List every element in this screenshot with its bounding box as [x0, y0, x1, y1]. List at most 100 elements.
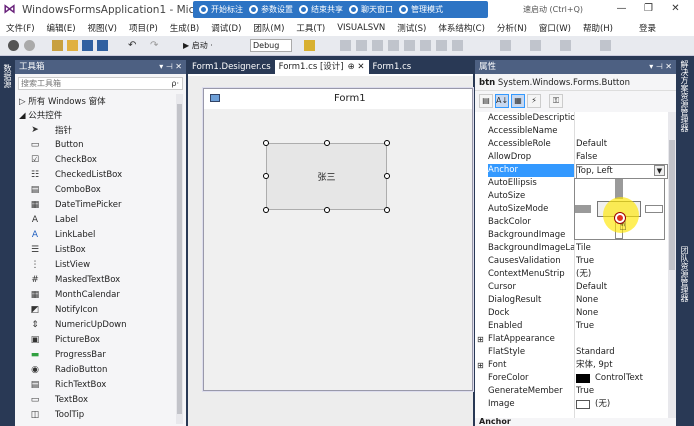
resize-handle-w[interactable] — [263, 173, 269, 179]
align-top-icon[interactable] — [388, 40, 399, 51]
property-row[interactable]: DialogResult None — [475, 294, 668, 307]
menu-build[interactable]: 生成(B) — [164, 22, 205, 34]
align-middle-icon[interactable] — [404, 40, 415, 51]
property-row[interactable]: FlatStyle Standard — [475, 346, 668, 359]
selected-button-control[interactable]: 张三 — [266, 143, 387, 210]
toolbox-item[interactable]: ⇕ NumericUpDown — [29, 317, 126, 332]
property-row[interactable]: BackgroundImageLay Tile — [475, 242, 668, 255]
property-row[interactable]: CausesValidation True — [475, 255, 668, 268]
solution-config-select[interactable]: Debug — [250, 39, 292, 52]
property-row[interactable]: Enabled True — [475, 320, 668, 333]
expand-icon[interactable]: ⊞ — [477, 333, 484, 346]
save-icon[interactable] — [82, 40, 93, 51]
toolbox-category-all[interactable]: ▷ 所有 Windows 窗体 — [19, 95, 106, 107]
send-back-icon[interactable] — [560, 40, 571, 51]
property-row[interactable]: Dock None — [475, 307, 668, 320]
settings-button[interactable]: 参数设置 — [249, 4, 293, 15]
resize-handle-nw[interactable] — [263, 140, 269, 146]
undo-icon[interactable]: ↶ — [128, 40, 139, 51]
property-row[interactable]: AccessibleDescriptio — [475, 112, 668, 125]
search-icon[interactable]: ρ· — [171, 78, 179, 89]
align-center-icon[interactable] — [356, 40, 367, 51]
save-all-icon[interactable] — [97, 40, 108, 51]
same-width-icon[interactable] — [436, 40, 447, 51]
alphabetical-icon[interactable]: A↓ — [495, 94, 509, 108]
forward-icon[interactable] — [24, 40, 35, 51]
categorized-icon[interactable]: ▤ — [479, 94, 493, 108]
dropdown-arrow-icon[interactable]: ▼ — [654, 165, 665, 176]
admin-mode-button[interactable]: 管理模式 — [399, 4, 443, 15]
toolbox-item[interactable]: ◫ ToolTip — [29, 407, 84, 422]
toolbox-search-input[interactable]: 搜索工具箱 ρ· — [18, 77, 183, 90]
close-button[interactable]: ✕ — [662, 0, 689, 18]
menu-visualsvn[interactable]: VISUALSVN — [331, 23, 391, 33]
align-left-icon[interactable] — [340, 40, 351, 51]
tab-pin-close-controls[interactable]: ⊕ ✕ — [347, 60, 369, 74]
data-sources-tab[interactable]: 数据源 — [2, 64, 13, 88]
tab-order-icon[interactable] — [600, 40, 611, 51]
menu-file[interactable]: 文件(F) — [0, 22, 41, 34]
toolbox-scroll-thumb[interactable] — [177, 104, 182, 414]
menu-architecture[interactable]: 体系结构(C) — [432, 22, 491, 34]
property-row-anchor[interactable]: Anchor Top, Left ▼ — [475, 164, 668, 179]
menu-help[interactable]: 帮助(H) — [577, 22, 619, 34]
resize-handle-sw[interactable] — [263, 207, 269, 213]
align-bottom-icon[interactable] — [420, 40, 431, 51]
property-row[interactable]: Cursor Default — [475, 281, 668, 294]
align-right-icon[interactable] — [372, 40, 383, 51]
toolbox-item[interactable]: ▤ RichTextBox — [29, 377, 107, 392]
menu-window[interactable]: 窗口(W) — [533, 22, 577, 34]
property-row[interactable]: ⊞ Font 宋体, 9pt — [475, 359, 668, 372]
toolbox-item[interactable]: ➤ 指针 — [29, 122, 72, 137]
toolbox-item[interactable]: A LinkLabel — [29, 227, 95, 242]
property-row[interactable]: GenerateMember True — [475, 385, 668, 398]
property-row[interactable]: ForeColor ControlText — [475, 372, 668, 385]
tab-form1-designer-cs[interactable]: Form1.Designer.cs — [188, 60, 275, 74]
toolbox-item[interactable]: # MaskedTextBox — [29, 272, 120, 287]
object-selector[interactable]: btn System.Windows.Forms.Button — [475, 75, 676, 91]
bring-front-icon[interactable] — [530, 40, 541, 51]
anchor-editor-popup[interactable]: ☝ — [574, 178, 665, 240]
resize-handle-n[interactable] — [324, 140, 330, 146]
spacing-icon[interactable] — [500, 40, 511, 51]
menu-analyze[interactable]: 分析(N) — [491, 22, 533, 34]
toolbox-item[interactable]: ▦ MonthCalendar — [29, 287, 120, 302]
toolbox-item[interactable]: ☰ ListBox — [29, 242, 86, 257]
property-pages-icon[interactable]: ⚿ — [549, 94, 563, 108]
menu-tools[interactable]: 工具(T) — [290, 22, 331, 34]
events-icon[interactable]: ⚡ — [527, 94, 541, 108]
toolbox-item[interactable]: ☑ CheckBox — [29, 152, 97, 167]
minimize-button[interactable]: — — [608, 0, 635, 18]
toolbox-pin-controls[interactable]: ▾ ⊣ ✕ — [159, 60, 182, 74]
find-icon[interactable] — [304, 40, 315, 51]
login-link[interactable]: 登录 — [633, 22, 662, 34]
end-share-button[interactable]: 结束共享 — [299, 4, 343, 15]
properties-scroll-thumb[interactable] — [669, 140, 675, 270]
toolbox-item[interactable]: ▭ TextBox — [29, 392, 88, 407]
toolbox-item[interactable]: ▤ ComboBox — [29, 182, 101, 197]
anchor-top-bar[interactable] — [615, 179, 623, 199]
menu-project[interactable]: 项目(P) — [123, 22, 164, 34]
toolbox-item[interactable]: ⋮ ListView — [29, 257, 91, 272]
toolbox-category-common[interactable]: ◢ 公共控件 — [19, 109, 62, 121]
redo-icon[interactable]: ↷ — [150, 40, 161, 51]
expand-icon[interactable]: ⊞ — [477, 359, 484, 372]
start-annotate-button[interactable]: 开始标注 — [199, 4, 243, 15]
solution-explorer-tab[interactable]: 解决方案资源管理器 — [679, 60, 690, 132]
resize-handle-s[interactable] — [324, 207, 330, 213]
menu-edit[interactable]: 编辑(E) — [41, 22, 82, 34]
menu-view[interactable]: 视图(V) — [82, 22, 123, 34]
restore-button[interactable]: ❐ — [635, 0, 662, 18]
open-file-icon[interactable] — [67, 40, 78, 51]
toolbox-item[interactable]: ▦ DateTimePicker — [29, 197, 122, 212]
start-debug-button[interactable]: ▶ 启动 · — [183, 40, 213, 51]
tab-form1-design[interactable]: Form1.cs [设计] — [274, 60, 348, 74]
team-explorer-tab[interactable]: 团队资源管理器 — [679, 246, 690, 302]
resize-handle-ne[interactable] — [384, 140, 390, 146]
property-row[interactable]: ContextMenuStrip (无) — [475, 268, 668, 281]
new-project-icon[interactable] — [52, 40, 63, 51]
menu-test[interactable]: 测试(S) — [391, 22, 432, 34]
properties-pin-controls[interactable]: ▾ ⊣ ✕ — [649, 60, 672, 74]
properties-icon[interactable]: ▦ — [511, 94, 525, 108]
toolbox-item[interactable]: ◩ NotifyIcon — [29, 302, 98, 317]
